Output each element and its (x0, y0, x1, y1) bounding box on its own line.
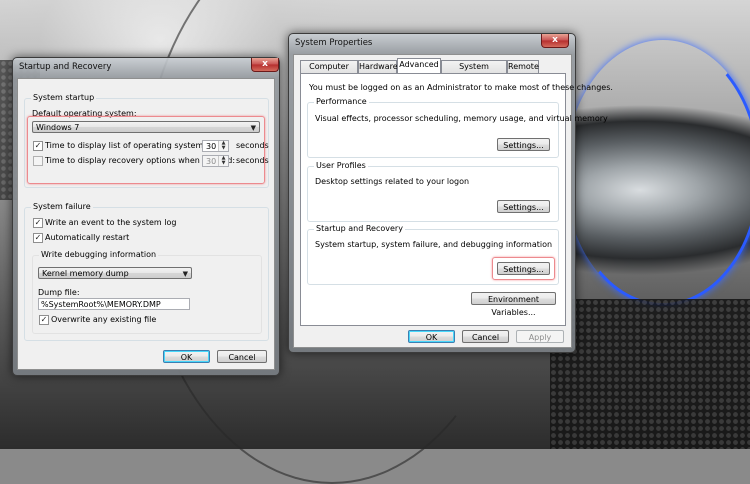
performance-description: Visual effects, processor scheduling, me… (315, 114, 608, 123)
write-event-checkbox[interactable]: ✓ (33, 218, 43, 228)
window-title: Startup and Recovery (19, 62, 112, 72)
close-button[interactable]: x (541, 34, 569, 48)
group-title: Write debugging information (39, 250, 159, 259)
group-title: Performance (314, 97, 369, 106)
window-title: System Properties (295, 38, 373, 48)
tab-computer-name[interactable]: Computer Name (300, 60, 358, 83)
auto-restart-checkbox[interactable]: ✓ (33, 233, 43, 243)
apply-button[interactable]: Apply (516, 330, 564, 343)
user-profiles-description: Desktop settings related to your logon (315, 177, 470, 186)
startup-recovery-window: Startup and Recovery x System startup De… (12, 57, 280, 376)
system-properties-window: System Properties x Computer Name Hardwa… (288, 33, 613, 353)
startup-recovery-settings-highlight (492, 257, 555, 280)
overwrite-checkbox[interactable]: ✓ (39, 315, 49, 325)
tab-advanced[interactable]: Advanced (397, 58, 441, 73)
tab-system-protection[interactable]: System Protection (441, 60, 507, 83)
group-title: System startup (31, 93, 97, 102)
auto-restart-label: Automatically restart (45, 233, 130, 242)
cancel-button[interactable]: Cancel (462, 330, 509, 343)
group-title: Startup and Recovery (314, 224, 405, 233)
write-event-label: Write an event to the system log (45, 218, 177, 227)
desktop-honeycomb-pattern (550, 299, 750, 449)
ok-button[interactable]: OK (408, 330, 455, 343)
close-button[interactable]: x (251, 58, 279, 72)
ok-button[interactable]: OK (163, 350, 210, 363)
performance-settings-button[interactable]: Settings... (497, 138, 550, 151)
dialog-client-area: System startup Default operating system:… (17, 78, 275, 370)
dialog-client-area: Computer Name Hardware Advanced System P… (293, 54, 613, 348)
debug-type-select[interactable]: Kernel memory dump ▼ (38, 267, 192, 279)
advanced-tab-panel: You must be logged on as an Administrato… (300, 73, 613, 326)
debug-type-value: Kernel memory dump (42, 269, 129, 278)
desktop-blue-ring-decoration (565, 40, 750, 306)
tab-hardware[interactable]: Hardware (358, 60, 398, 73)
system-startup-highlight (27, 116, 265, 184)
tab-remote[interactable]: Remote (507, 60, 539, 73)
cancel-button[interactable]: Cancel (217, 350, 267, 363)
overwrite-label: Overwrite any existing file (51, 315, 157, 324)
dropdown-arrow-icon: ▼ (182, 270, 188, 278)
admin-note: You must be logged on as an Administrato… (309, 83, 613, 92)
dump-file-input[interactable]: %SystemRoot%\MEMORY.DMP (38, 298, 190, 310)
dump-file-label: Dump file: (38, 288, 80, 297)
user-profiles-settings-button[interactable]: Settings... (497, 200, 550, 213)
group-title: System failure (31, 202, 93, 211)
group-title: User Profiles (314, 161, 368, 170)
startup-recovery-description: System startup, system failure, and debu… (315, 240, 553, 249)
environment-variables-button[interactable]: Environment Variables... (471, 292, 556, 317)
